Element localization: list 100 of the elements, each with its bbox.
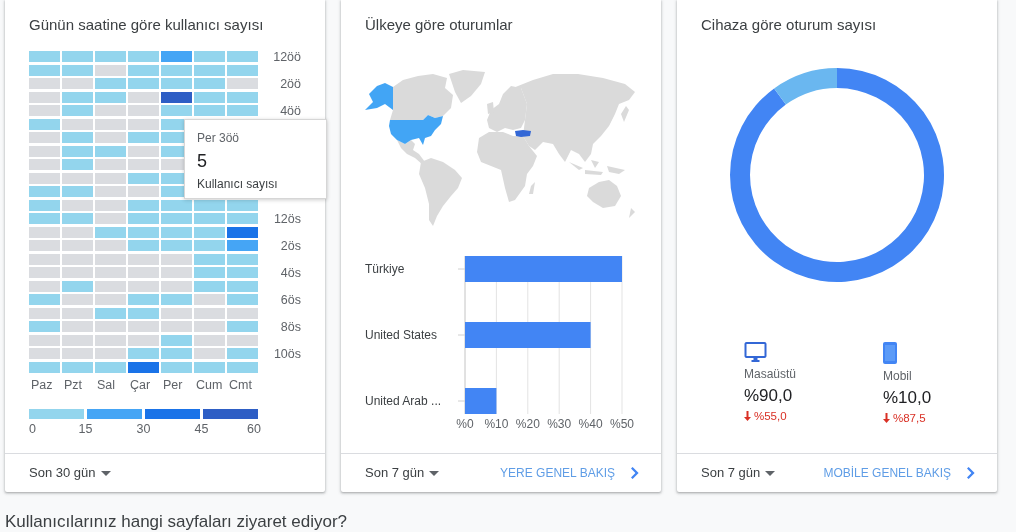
caret-icon bbox=[429, 470, 440, 476]
heatmap-cell bbox=[194, 348, 225, 359]
heatmap-cell bbox=[29, 199, 60, 211]
heatmap-cell bbox=[29, 78, 60, 89]
heatmap-cell bbox=[95, 159, 126, 170]
phone-icon bbox=[883, 342, 897, 364]
heatmap-cell bbox=[62, 172, 93, 184]
tooltip-value: 5 bbox=[197, 150, 208, 172]
heatmap-cell bbox=[62, 240, 93, 251]
heatmap-cell bbox=[194, 240, 225, 251]
heatmap-cell bbox=[227, 307, 258, 319]
heatmap-cell bbox=[29, 307, 60, 319]
heatmap-cell bbox=[161, 64, 192, 76]
heatmap-cell bbox=[29, 361, 60, 373]
heatmap-cell bbox=[227, 361, 258, 373]
heatmap-cell bbox=[161, 253, 192, 265]
date-range-dropdown[interactable]: Son 7 gün bbox=[365, 464, 440, 482]
heatmap-cell bbox=[95, 321, 126, 332]
heatmap-cell bbox=[95, 186, 126, 197]
heatmap-cell bbox=[227, 334, 258, 346]
axis-tick-label: %50 bbox=[610, 417, 634, 431]
heatmap-cell bbox=[62, 105, 93, 116]
hour-label: 6ös bbox=[280, 292, 301, 307]
category-label: United States bbox=[365, 328, 438, 342]
heatmap-cell bbox=[95, 118, 126, 130]
hour-label: 12ös bbox=[273, 211, 301, 226]
heatmap-cell bbox=[128, 199, 159, 211]
heatmap-cell bbox=[161, 78, 192, 89]
heatmap-cell bbox=[194, 91, 225, 103]
date-range-dropdown[interactable]: Son 30 gün bbox=[29, 464, 111, 482]
heatmap-cell bbox=[95, 226, 126, 238]
heatmap-cell bbox=[161, 240, 192, 251]
heatmap-cell bbox=[62, 145, 93, 157]
heatmap-cell bbox=[161, 51, 192, 62]
heatmap-cell bbox=[62, 226, 93, 238]
hour-label: 2öö bbox=[280, 76, 301, 91]
heatmap-cell bbox=[95, 91, 126, 103]
heatmap-cell bbox=[227, 78, 258, 89]
heatmap-cell bbox=[95, 280, 126, 292]
heatmap-cell bbox=[29, 294, 60, 305]
scale-label: 0 bbox=[29, 421, 36, 436]
heatmap-cell bbox=[128, 334, 159, 346]
heatmap-cell bbox=[128, 105, 159, 116]
device-share: %10,0 bbox=[883, 387, 932, 409]
day-label: Cmt bbox=[229, 377, 252, 392]
device-label: Masaüstü bbox=[744, 367, 797, 381]
heatmap-cell bbox=[128, 159, 159, 170]
heatmap-cell bbox=[95, 307, 126, 319]
heatmap-cell bbox=[227, 294, 258, 305]
heatmap-cell bbox=[62, 348, 93, 359]
heatmap-cell bbox=[227, 64, 258, 76]
hour-label: 4ös bbox=[280, 265, 301, 280]
heatmap-cell bbox=[128, 51, 159, 62]
scale-label: 30 bbox=[136, 421, 151, 436]
heatmap-cell bbox=[161, 334, 192, 346]
heatmap-cell bbox=[62, 253, 93, 265]
heatmap-cell bbox=[128, 240, 159, 251]
heatmap-cell bbox=[227, 240, 258, 251]
heatmap-cell bbox=[194, 361, 225, 373]
day-label: Sal bbox=[97, 377, 116, 392]
heatmap-cell bbox=[62, 159, 93, 170]
caret-icon bbox=[765, 470, 776, 476]
heatmap-cell bbox=[95, 105, 126, 116]
heatmap-cell bbox=[227, 105, 258, 116]
heatmap-cell bbox=[128, 91, 159, 103]
heatmap-cell bbox=[29, 159, 60, 170]
heatmap-cell bbox=[227, 267, 258, 278]
heatmap-cell bbox=[194, 321, 225, 332]
heatmap-cell bbox=[194, 334, 225, 346]
heatmap-cell bbox=[95, 348, 126, 359]
heatmap-cell bbox=[194, 294, 225, 305]
heatmap-cell bbox=[95, 253, 126, 265]
heatmap-cell bbox=[128, 213, 159, 224]
heatmap-cell bbox=[161, 267, 192, 278]
swatch-icon bbox=[145, 408, 200, 419]
heatmap-cell bbox=[62, 280, 93, 292]
date-range-dropdown[interactable]: Son 7 gün bbox=[701, 464, 776, 482]
heatmap-cell bbox=[62, 132, 93, 143]
heatmap-cell bbox=[161, 361, 192, 373]
hour-label: 10ös bbox=[273, 346, 301, 361]
heatmap-cell bbox=[194, 307, 225, 319]
heatmap-cell bbox=[62, 118, 93, 130]
scale-label: 45 bbox=[194, 421, 209, 436]
chevron-right-icon bbox=[967, 467, 975, 479]
day-label: Paz bbox=[31, 377, 53, 392]
change-value: %55,0 bbox=[754, 409, 787, 423]
heatmap-cell bbox=[194, 105, 225, 116]
heatmap-cell bbox=[227, 213, 258, 224]
heatmap-cell bbox=[29, 253, 60, 265]
swatch-icon bbox=[29, 408, 84, 419]
heatmap-cell bbox=[29, 213, 60, 224]
heatmap-cell bbox=[161, 105, 192, 116]
heatmap-cell bbox=[95, 240, 126, 251]
chevron-right-icon bbox=[631, 467, 639, 479]
heatmap-cell bbox=[161, 307, 192, 319]
heatmap-cell bbox=[161, 321, 192, 332]
heatmap-cell bbox=[29, 145, 60, 157]
card-title: Günün saatine göre kullanıcı sayısı bbox=[29, 15, 264, 35]
device-label: Mobil bbox=[883, 369, 912, 383]
heatmap-cell bbox=[194, 51, 225, 62]
